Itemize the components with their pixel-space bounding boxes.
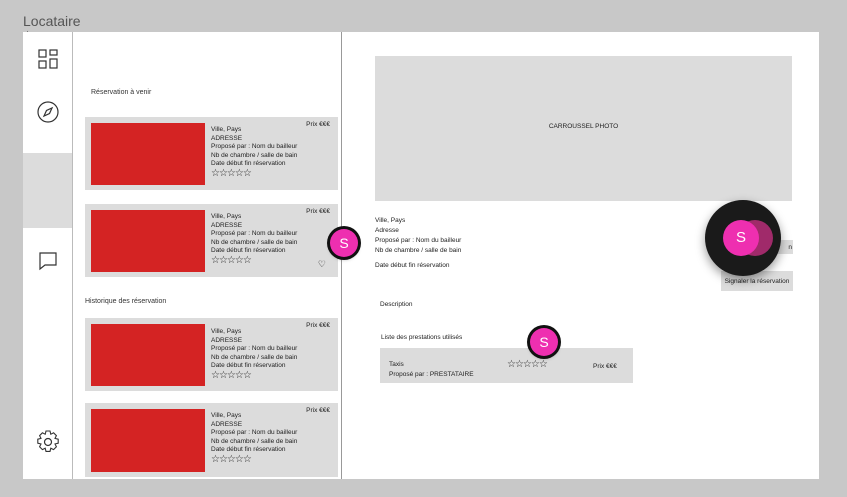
carousel-label: CARROUSSEL PHOTO	[548, 123, 619, 130]
rating-stars: ☆☆☆☆☆	[211, 254, 252, 266]
service-proposed: Proposé par : PRESTATAIRE	[389, 371, 474, 378]
card-price: Prix €€€	[306, 322, 330, 329]
card-price: Prix €€€	[306, 407, 330, 414]
detail-rooms: Nb de chambre / salle de bain	[375, 247, 462, 254]
card-rooms: Nb de chambre / salle de bain	[211, 151, 298, 159]
detail-proposed: Proposé par : Nom du bailleur	[375, 237, 462, 244]
rating-stars: ☆☆☆☆☆	[211, 167, 252, 179]
card-proposed: Proposé par : Nom du bailleur	[211, 429, 298, 437]
card-proposed: Proposé par : Nom du bailleur	[211, 345, 298, 353]
history-card[interactable]: Ville, Pays ADRESSE Proposé par : Nom du…	[85, 403, 338, 477]
card-proposed: Proposé par : Nom du bailleur	[211, 143, 298, 151]
avatar-letter: S	[723, 220, 759, 256]
card-address: ADRESSE	[211, 221, 243, 229]
settings-icon[interactable]	[35, 429, 61, 455]
reservation-card[interactable]: Ville, Pays ADRESSE Proposé par : Nom du…	[85, 204, 338, 277]
rating-stars: ☆☆☆☆☆	[211, 369, 252, 381]
user-avatar-large[interactable]: S	[705, 200, 781, 276]
photo-carousel[interactable]: CARROUSSEL PHOTO	[375, 56, 792, 201]
dashboard-icon[interactable]	[35, 46, 61, 72]
property-image	[91, 324, 205, 386]
history-card[interactable]: Ville, Pays ADRESSE Proposé par : Nom du…	[85, 318, 338, 391]
services-label: Liste des prestations utilisés	[381, 334, 463, 341]
card-rooms: Nb de chambre / salle de bain	[211, 437, 298, 445]
card-address: ADRESSE	[211, 336, 243, 344]
history-label: Historique des réservation	[85, 298, 167, 305]
compass-icon[interactable]	[35, 99, 61, 125]
property-image	[91, 210, 205, 272]
service-item[interactable]: Taxis Proposé par : PRESTATAIRE ☆☆☆☆☆ Pr…	[380, 348, 633, 383]
user-avatar[interactable]: S	[330, 229, 358, 257]
app-title: Locataire	[23, 13, 81, 29]
chat-icon[interactable]	[35, 248, 61, 274]
upcoming-label: Réservation à venir	[91, 89, 152, 96]
card-price: Prix €€€	[306, 208, 330, 215]
service-name: Taxis	[389, 361, 404, 368]
card-address: ADRESSE	[211, 420, 243, 428]
card-rooms: Nb de chambre / salle de bain	[211, 238, 298, 246]
detail-address: Adresse	[375, 227, 399, 234]
sidebar-active-item[interactable]	[23, 153, 72, 228]
card-city: Ville, Pays	[211, 126, 242, 133]
card-city: Ville, Pays	[211, 213, 242, 220]
rating-stars: ☆☆☆☆☆	[211, 453, 252, 465]
card-address: ADRESSE	[211, 134, 243, 142]
detail-city: Ville, Pays	[375, 217, 406, 224]
card-proposed: Proposé par : Nom du bailleur	[211, 230, 298, 238]
service-rating-stars: ☆☆☆☆☆	[507, 359, 548, 370]
card-price: Prix €€€	[306, 121, 330, 128]
property-image	[91, 409, 205, 472]
description-label: Description	[380, 301, 413, 308]
user-avatar[interactable]: S	[530, 328, 558, 356]
sidebar	[23, 32, 73, 479]
card-city: Ville, Pays	[211, 328, 242, 335]
card-rooms: Nb de chambre / salle de bain	[211, 353, 298, 361]
reservation-card[interactable]: Ville, Pays ADRESSE Proposé par : Nom du…	[85, 117, 338, 190]
detail-dates: Date début fin réservation	[375, 262, 450, 269]
card-city: Ville, Pays	[211, 412, 242, 419]
detail-info: Ville, Pays Adresse Proposé par : Nom du…	[375, 216, 461, 256]
property-image	[91, 123, 205, 185]
service-price: Prix €€€	[593, 363, 617, 370]
heart-icon[interactable]: ♡	[318, 259, 326, 270]
